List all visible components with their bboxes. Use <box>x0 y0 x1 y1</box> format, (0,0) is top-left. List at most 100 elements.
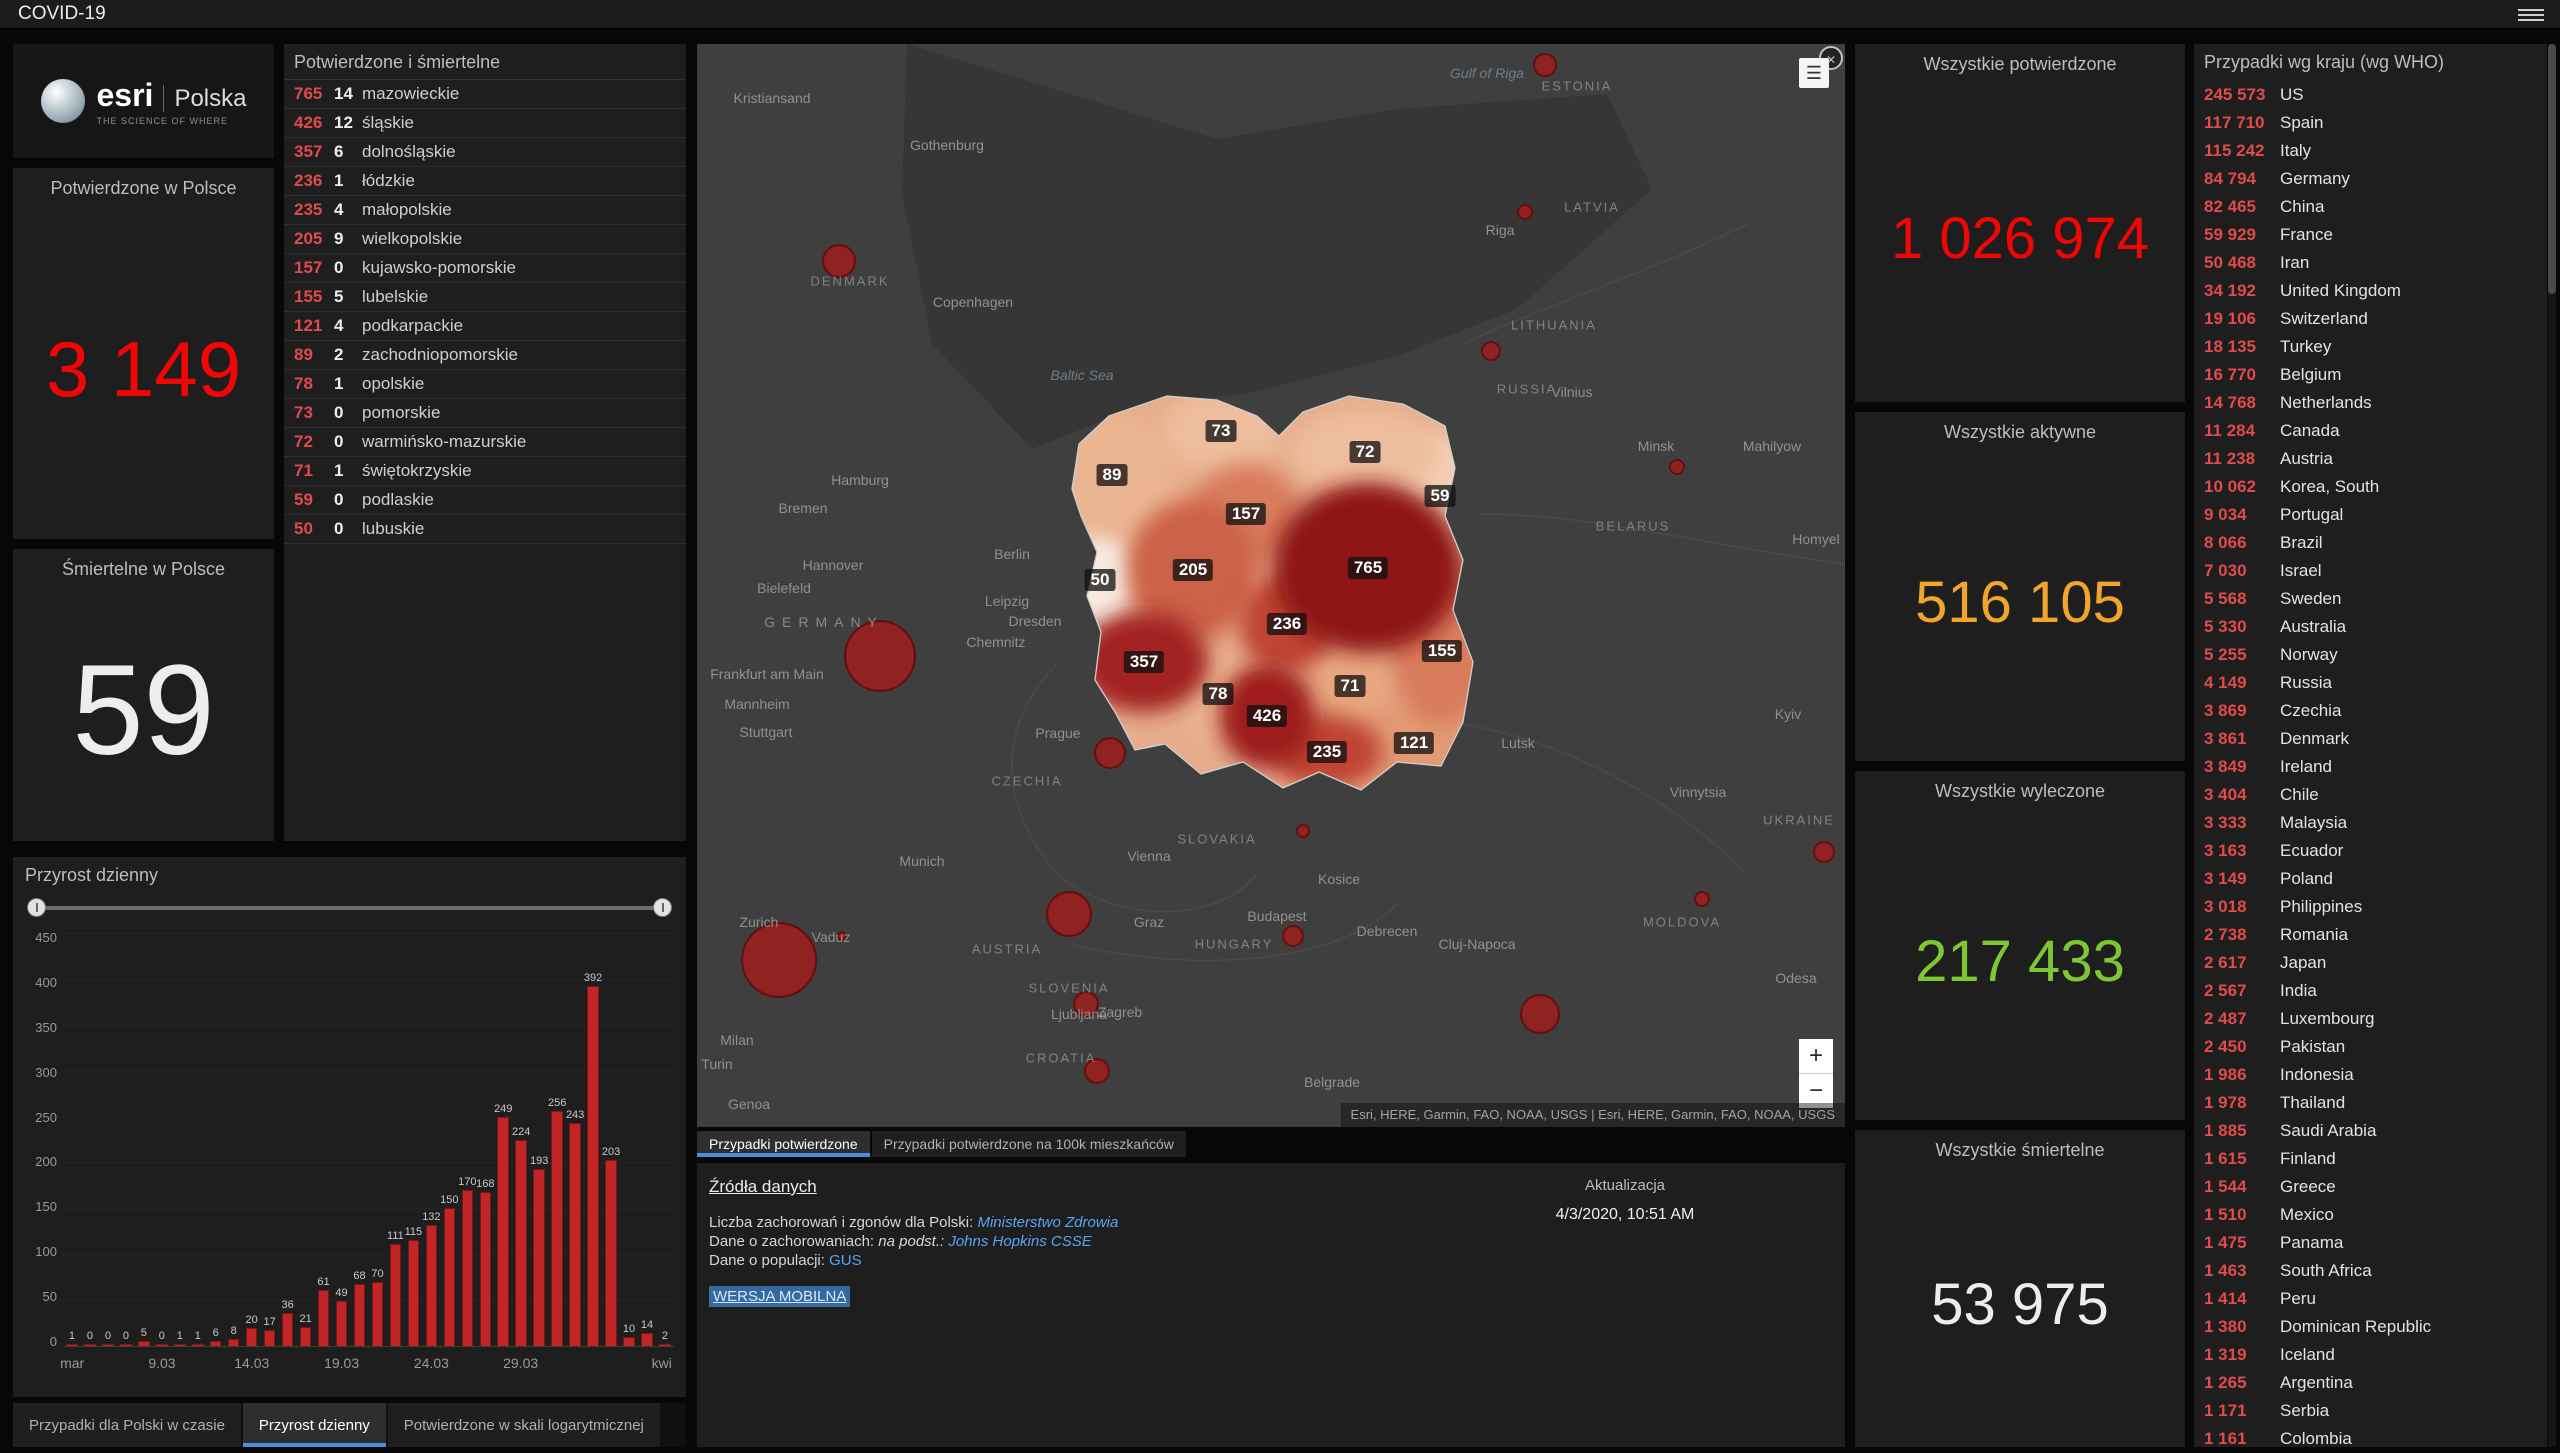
voivodeship-row[interactable]: 59 0 podlaskie <box>284 486 686 515</box>
country-row[interactable]: 9 034 Portugal <box>2194 501 2547 529</box>
voivodeship-row[interactable]: 78 1 opolskie <box>284 370 686 399</box>
daily-cases-bar[interactable] <box>120 1344 132 1346</box>
slider-track[interactable] <box>35 906 664 910</box>
voivodeship-row[interactable]: 157 0 kujawsko-pomorskie <box>284 254 686 283</box>
case-cluster-circle[interactable] <box>1282 925 1304 947</box>
daily-cases-bar[interactable] <box>623 1336 635 1346</box>
voivodeship-row[interactable]: 72 0 warmińsko-mazurskie <box>284 428 686 457</box>
daily-cases-bar[interactable] <box>209 1340 222 1346</box>
daily-cases-bar[interactable] <box>192 1344 204 1346</box>
voivodeship-row[interactable]: 235 4 małopolskie <box>284 196 686 225</box>
country-row[interactable]: 3 849 Ireland <box>2194 753 2547 781</box>
legend-icon[interactable]: ☰ <box>1799 58 1829 88</box>
mobile-version-link[interactable]: WERSJA MOBILNA <box>709 1286 851 1307</box>
country-row[interactable]: 1 615 Finland <box>2194 1145 2547 1173</box>
country-row[interactable]: 7 030 Israel <box>2194 557 2547 585</box>
country-row[interactable]: 5 330 Australia <box>2194 613 2547 641</box>
daily-cases-bar[interactable] <box>515 1140 527 1346</box>
country-row[interactable]: 1 463 South Africa <box>2194 1257 2547 1285</box>
case-cluster-circle[interactable] <box>1481 341 1501 361</box>
daily-cases-bar[interactable] <box>66 1344 78 1346</box>
map-region-count-wielkopolskie[interactable]: 205 <box>1172 559 1214 581</box>
voivodeship-row[interactable]: 89 2 zachodniopomorskie <box>284 341 686 370</box>
daily-cases-bar[interactable] <box>551 1111 563 1346</box>
case-cluster-circle[interactable] <box>1517 204 1533 220</box>
voivodeship-row[interactable]: 236 1 łódzkie <box>284 167 686 196</box>
daily-cases-bar[interactable] <box>389 1244 402 1346</box>
country-row[interactable]: 2 487 Luxembourg <box>2194 1005 2547 1033</box>
zoom-in-button[interactable]: + <box>1799 1039 1833 1074</box>
country-row[interactable]: 1 319 Iceland <box>2194 1341 2547 1369</box>
country-row[interactable]: 2 567 India <box>2194 977 2547 1005</box>
country-row[interactable]: 82 465 China <box>2194 193 2547 221</box>
tab-daily-growth[interactable]: Przyrost dzienny <box>242 1403 386 1447</box>
voivodeship-row[interactable]: 71 1 świętokrzyskie <box>284 457 686 486</box>
country-row[interactable]: 18 135 Turkey <box>2194 333 2547 361</box>
map-overlay[interactable]: Kristiansand Gothenburg Gulf of Riga ESTONI… <box>697 44 1845 1127</box>
map-region-count-mazowieckie[interactable]: 765 <box>1347 557 1389 579</box>
case-cluster-circle[interactable] <box>844 620 916 692</box>
daily-cases-bar[interactable] <box>569 1122 581 1346</box>
map-region-count-lubelskie[interactable]: 155 <box>1421 640 1463 662</box>
country-row[interactable]: 117 710 Spain <box>2194 109 2547 137</box>
country-row[interactable]: 115 242 Italy <box>2194 137 2547 165</box>
country-row[interactable]: 1 414 Peru <box>2194 1285 2547 1313</box>
country-row[interactable]: 1 475 Panama <box>2194 1229 2547 1257</box>
daily-cases-bar[interactable] <box>317 1290 330 1346</box>
country-row[interactable]: 34 192 United Kingdom <box>2194 277 2547 305</box>
hamburger-menu-icon[interactable] <box>2518 6 2544 24</box>
voivodeship-row[interactable]: 155 5 lubelskie <box>284 283 686 312</box>
country-row[interactable]: 10 062 Korea, South <box>2194 473 2547 501</box>
time-range-slider[interactable] <box>27 895 672 921</box>
voivodeship-row[interactable]: 50 0 lubuskie <box>284 515 686 544</box>
voivodeship-row[interactable]: 426 12 śląskie <box>284 109 686 138</box>
country-row[interactable]: 1 265 Argentina <box>2194 1369 2547 1397</box>
country-row[interactable]: 2 738 Romania <box>2194 921 2547 949</box>
daily-cases-bar[interactable] <box>479 1191 492 1346</box>
country-row[interactable]: 11 284 Canada <box>2194 417 2547 445</box>
daily-cases-bar[interactable] <box>138 1341 150 1346</box>
daily-cases-bar[interactable] <box>371 1281 384 1346</box>
case-cluster-circle[interactable] <box>1084 1058 1110 1084</box>
country-row[interactable]: 5 255 Norway <box>2194 641 2547 669</box>
daily-cases-bar[interactable] <box>84 1344 96 1346</box>
map-region-count-podkarpackie[interactable]: 121 <box>1393 732 1435 754</box>
country-row[interactable]: 16 770 Belgium <box>2194 361 2547 389</box>
country-row[interactable]: 1 986 Indonesia <box>2194 1061 2547 1089</box>
tab-log-scale[interactable]: Potwierdzone w skali logarytmicznej <box>387 1403 660 1447</box>
map-region-count-opolskie[interactable]: 78 <box>1202 683 1234 705</box>
map-region-count-swietokrzyskie[interactable]: 71 <box>1334 675 1366 697</box>
country-row[interactable]: 3 163 Ecuador <box>2194 837 2547 865</box>
country-row[interactable]: 59 929 France <box>2194 221 2547 249</box>
tab-cases-per-100k[interactable]: Przypadki potwierdzone na 100k mieszkańc… <box>871 1131 1186 1157</box>
country-row[interactable]: 5 568 Sweden <box>2194 585 2547 613</box>
country-row[interactable]: 3 018 Philippines <box>2194 893 2547 921</box>
daily-cases-bar[interactable] <box>299 1326 312 1346</box>
case-cluster-circle[interactable] <box>1073 991 1099 1017</box>
daily-cases-bar[interactable] <box>245 1327 258 1346</box>
daily-cases-bar[interactable] <box>407 1240 420 1346</box>
case-cluster-circle[interactable] <box>837 931 847 941</box>
country-row[interactable]: 1 171 Serbia <box>2194 1397 2547 1425</box>
country-row[interactable]: 84 794 Germany <box>2194 165 2547 193</box>
voivodeship-row[interactable]: 205 9 wielkopolskie <box>284 225 686 254</box>
daily-cases-bar[interactable] <box>443 1208 456 1346</box>
map-region-count-podlaskie[interactable]: 59 <box>1424 485 1456 507</box>
map-region-count-kujawsko-pomorskie[interactable]: 157 <box>1225 503 1267 525</box>
case-cluster-circle[interactable] <box>1669 459 1685 475</box>
case-cluster-circle[interactable] <box>1813 841 1835 863</box>
daily-cases-bar[interactable] <box>605 1159 617 1346</box>
daily-cases-bar[interactable] <box>102 1344 114 1346</box>
daily-cases-bar[interactable] <box>263 1330 276 1346</box>
country-row[interactable]: 3 149 Poland <box>2194 865 2547 893</box>
country-row[interactable]: 3 333 Malaysia <box>2194 809 2547 837</box>
country-row[interactable]: 8 066 Brazil <box>2194 529 2547 557</box>
map-region-count-warminsko-mazurskie[interactable]: 72 <box>1349 441 1381 463</box>
link-johns-hopkins-csse[interactable]: Johns Hopkins CSSE <box>948 1233 1091 1250</box>
case-cluster-circle[interactable] <box>1520 994 1560 1034</box>
case-cluster-circle[interactable] <box>1694 891 1710 907</box>
daily-cases-bar[interactable] <box>156 1344 168 1346</box>
daily-cases-bar[interactable] <box>497 1117 509 1346</box>
country-row[interactable]: 4 149 Russia <box>2194 669 2547 697</box>
voivodeship-row[interactable]: 73 0 pomorskie <box>284 399 686 428</box>
